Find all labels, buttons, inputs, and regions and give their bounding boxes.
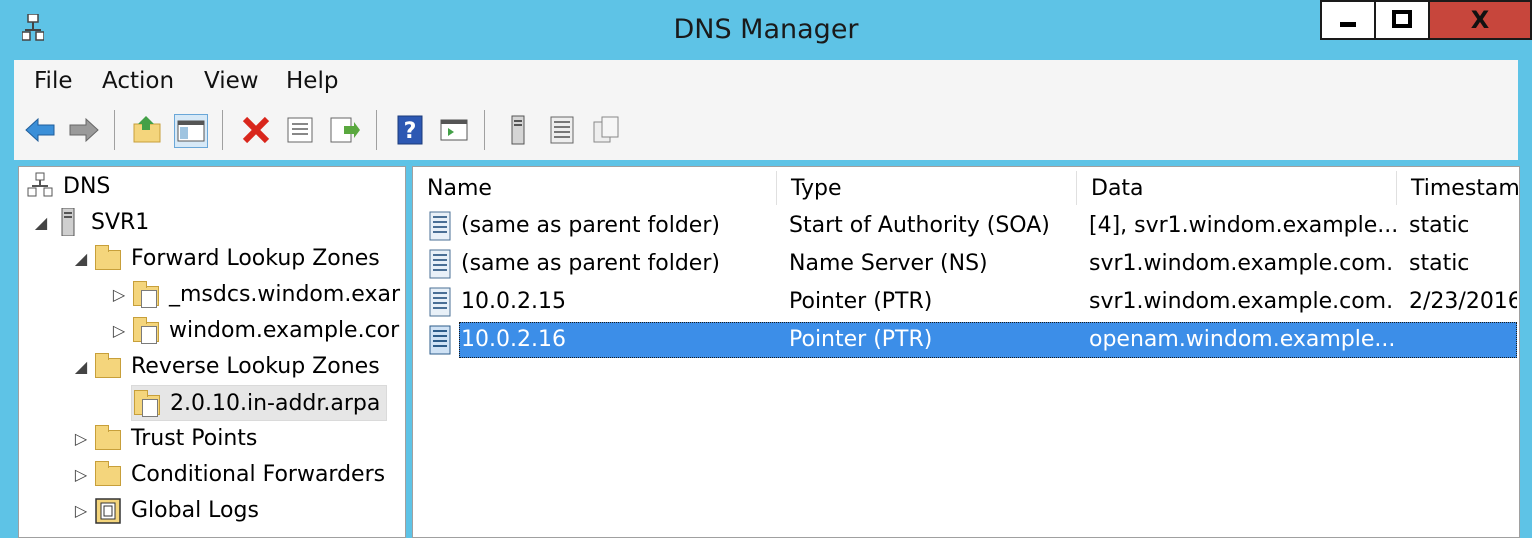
maximize-button[interactable] (1374, 0, 1430, 40)
expanded-arrow-icon[interactable]: ◢ (29, 213, 53, 232)
zone-folder-icon (131, 280, 161, 308)
help-icon[interactable]: ? (394, 114, 426, 146)
copy-icon[interactable] (590, 114, 622, 146)
zone-folder-icon (131, 316, 161, 344)
cell-timestamp: static (1409, 213, 1470, 238)
collapsed-arrow-icon[interactable]: ▷ (69, 429, 93, 448)
tree-label: windom.example.cor (169, 317, 400, 343)
dns-record-icon (429, 249, 451, 279)
folder-icon (93, 352, 123, 380)
title-bar: DNS Manager X (0, 0, 1532, 60)
column-header-timestamp[interactable]: Timestam (1397, 171, 1519, 205)
action-pane-icon[interactable] (438, 114, 470, 146)
expanded-arrow-icon[interactable]: ◢ (69, 357, 93, 376)
menu-action[interactable]: Action (102, 68, 174, 94)
svg-text:?: ? (404, 119, 417, 144)
minimize-icon (1340, 22, 1356, 27)
console-tree: DNS ◢ SVR1 ◢ Forward Lookup Zones ▷ _msd… (18, 166, 406, 538)
tree-item-global-logs[interactable]: ▷ Global Logs (69, 493, 259, 527)
cell-name: 10.0.2.15 (461, 289, 566, 314)
cell-timestamp: 2/23/2016 (1409, 289, 1517, 314)
window-title: DNS Manager (673, 14, 859, 45)
folder-icon (93, 424, 123, 452)
table-row[interactable]: (same as parent folder) Start of Authori… (423, 208, 1517, 244)
expanded-arrow-icon[interactable]: ◢ (69, 249, 93, 268)
cell-data: svr1.windom.example.com. (1089, 289, 1394, 314)
cell-data: svr1.windom.example.com. (1089, 251, 1394, 276)
export-list-icon[interactable] (328, 114, 360, 146)
cell-type: Pointer (PTR) (789, 289, 933, 314)
collapsed-arrow-icon[interactable]: ▷ (107, 321, 131, 340)
maximize-icon (1392, 10, 1412, 28)
tree-label: Reverse Lookup Zones (131, 353, 380, 379)
tree-label: Conditional Forwarders (131, 461, 386, 487)
properties-icon[interactable] (284, 114, 316, 146)
tree-item-msdcs-zone[interactable]: ▷ _msdcs.windom.exar (107, 277, 400, 311)
tree-label: Trust Points (131, 425, 258, 451)
cell-name: (same as parent folder) (461, 251, 720, 276)
cell-type: Pointer (PTR) (789, 327, 933, 352)
dns-record-icon (429, 325, 451, 355)
menu-file[interactable]: File (34, 68, 73, 94)
collapsed-arrow-icon[interactable]: ▷ (69, 465, 93, 484)
dns-record-icon (429, 211, 451, 241)
tree-item-dns[interactable]: DNS (25, 169, 110, 203)
menu-help[interactable]: Help (286, 68, 338, 94)
up-folder-icon[interactable] (132, 114, 164, 146)
tree-item-conditional-forwarders[interactable]: ▷ Conditional Forwarders (69, 457, 385, 491)
tree-label: 2.0.10.in-addr.arpa (170, 390, 381, 416)
results-pane: Name Type Data Timestam (same as parent … (412, 166, 1520, 538)
tree-item-reverse-zone-selected[interactable]: 2.0.10.in-addr.arpa (131, 385, 388, 421)
folder-icon (93, 244, 123, 272)
collapsed-arrow-icon[interactable]: ▷ (107, 285, 131, 304)
table-row[interactable]: (same as parent folder) Name Server (NS)… (423, 246, 1517, 282)
server-icon[interactable] (502, 114, 534, 146)
tree-label: _msdcs.windom.exar (169, 281, 400, 307)
menu-view[interactable]: View (204, 68, 259, 94)
cell-name: (same as parent folder) (461, 213, 720, 238)
tree-label: SVR1 (91, 209, 150, 235)
minimize-button[interactable] (1320, 0, 1376, 40)
folder-icon (93, 460, 123, 488)
dns-record-icon (429, 287, 451, 317)
tree-label: Global Logs (131, 497, 259, 523)
cell-type: Name Server (NS) (789, 251, 988, 276)
tree-label: DNS (63, 173, 111, 199)
column-header-type[interactable]: Type (777, 171, 1077, 205)
forward-arrow-icon[interactable] (68, 114, 100, 146)
menu-bar: File Action View Help (14, 60, 1518, 103)
tree-label: Forward Lookup Zones (131, 245, 380, 271)
cell-type: Start of Authority (SOA) (789, 213, 1050, 238)
tree-item-windom-zone[interactable]: ▷ windom.example.cor (107, 313, 399, 347)
close-button[interactable]: X (1428, 0, 1532, 40)
dns-server-icon (27, 172, 53, 197)
server-icon (61, 208, 75, 236)
toolbar: ? (14, 102, 1518, 160)
tree-item-svr1[interactable]: ◢ SVR1 (29, 205, 149, 239)
collapsed-arrow-icon[interactable]: ▷ (69, 501, 93, 520)
tree-item-trust-points[interactable]: ▷ Trust Points (69, 421, 257, 455)
cell-data: [4], svr1.windom.example.... (1089, 213, 1399, 238)
cell-name: 10.0.2.16 (461, 327, 566, 352)
delete-icon[interactable] (240, 114, 272, 146)
table-row[interactable]: 10.0.2.15 Pointer (PTR) svr1.windom.exam… (423, 284, 1517, 320)
column-header-data[interactable]: Data (1077, 171, 1397, 205)
tree-item-reverse-lookup-zones[interactable]: ◢ Reverse Lookup Zones (69, 349, 380, 383)
cell-timestamp: static (1409, 251, 1470, 276)
tree-item-forward-lookup-zones[interactable]: ◢ Forward Lookup Zones (69, 241, 380, 275)
event-log-icon (95, 498, 121, 524)
close-icon: X (1470, 6, 1490, 34)
back-arrow-icon[interactable] (24, 114, 56, 146)
table-row-selected[interactable]: 10.0.2.16 Pointer (PTR) openam.windom.ex… (423, 322, 1517, 358)
column-header-name[interactable]: Name (413, 171, 777, 205)
show-hide-console-tree-icon[interactable] (174, 114, 208, 148)
zone-folder-icon (132, 389, 162, 417)
cell-data: openam.windom.example... (1089, 327, 1396, 352)
record-list-icon[interactable] (546, 114, 578, 146)
